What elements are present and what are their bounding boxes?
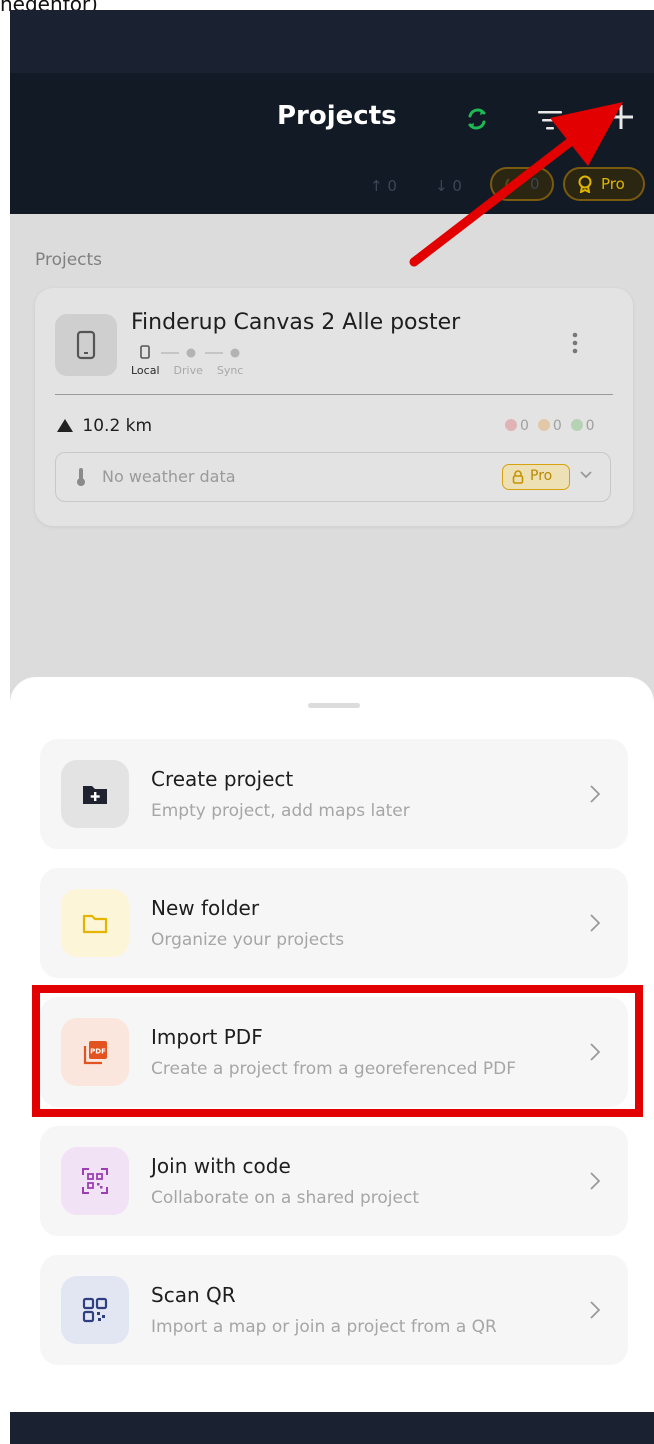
step-local: Local (131, 364, 160, 377)
filter-icon[interactable] (536, 108, 564, 132)
weather-pro-label: Pro (530, 468, 553, 484)
status-counters: 0 0 0 (505, 418, 595, 434)
upload-count: ↑ 0 (370, 177, 397, 195)
card-divider (55, 394, 613, 395)
mountain-icon (57, 419, 73, 432)
create-project-icon-box (61, 760, 129, 828)
sync-steps (140, 345, 240, 359)
join-code-icon-box (61, 1147, 129, 1215)
chevron-right-icon (590, 785, 600, 803)
chevron-down-icon[interactable] (580, 471, 592, 479)
weather-pro-badge[interactable]: Pro (502, 464, 570, 490)
live-icon (505, 178, 514, 192)
weather-text: No weather data (102, 467, 236, 486)
scan-qr-option[interactable]: Scan QR Import a map or join a project f… (40, 1255, 628, 1365)
weather-row[interactable]: No weather data Pro (55, 452, 611, 502)
new-folder-option[interactable]: New folder Organize your projects (40, 868, 628, 978)
folder-icon (82, 914, 108, 934)
kebab-icon[interactable] (572, 332, 578, 354)
join-with-code-option[interactable]: Join with code Collaborate on a shared p… (40, 1126, 628, 1236)
plus-icon[interactable] (606, 102, 636, 132)
counter-green: 0 (585, 418, 595, 434)
red-dot (505, 419, 517, 431)
distance: 10.2 km (57, 416, 152, 436)
live-badge[interactable]: 0 (490, 167, 554, 201)
section-label: Projects (35, 250, 103, 270)
counter-red: 0 (520, 418, 529, 434)
pro-label: Pro (601, 175, 625, 193)
phone-screen: Projects ↑ 0 ↓ 0 0 Pro Projects Finderup… (10, 10, 654, 1444)
counter-orange: 0 (552, 418, 562, 434)
join-code-title: Join with code (151, 1154, 291, 1178)
step-drive: Drive (173, 364, 203, 377)
new-folder-subtitle: Organize your projects (151, 930, 345, 950)
new-folder-title: New folder (151, 896, 260, 920)
scan-qr-subtitle: Import a map or join a project from a QR (151, 1317, 497, 1337)
pro-badge[interactable]: Pro (563, 167, 645, 201)
scan-qr-icon-box (61, 1276, 129, 1344)
create-project-option[interactable]: Create project Empty project, add maps l… (40, 739, 628, 849)
orange-dot (537, 419, 550, 431)
project-name: Finderup Canvas 2 Alle poster (131, 310, 461, 335)
sheet-handle[interactable] (308, 703, 360, 708)
chevron-right-icon (590, 914, 600, 932)
thermometer-icon (77, 468, 85, 486)
phone-icon (76, 330, 96, 360)
annotation-highlight-box (32, 985, 643, 1117)
page-title: Projects (277, 101, 397, 131)
navigation-bar (10, 1412, 654, 1444)
qr-icon (82, 1297, 108, 1323)
lock-icon (512, 470, 524, 484)
create-project-title: Create project (151, 767, 294, 791)
sync-step-labels: Local Drive Sync (131, 364, 243, 377)
chevron-right-icon (590, 1172, 600, 1190)
crown-icon (578, 175, 592, 193)
green-dot (570, 419, 583, 431)
folder-plus-icon (83, 786, 107, 804)
download-count: ↓ 0 (435, 177, 462, 195)
scan-qr-title: Scan QR (151, 1283, 236, 1307)
code-icon (82, 1168, 108, 1194)
new-folder-icon-box (61, 889, 129, 957)
create-project-subtitle: Empty project, add maps later (151, 801, 410, 821)
chevron-right-icon (590, 1301, 600, 1319)
app-bar: Projects ↑ 0 ↓ 0 0 Pro (10, 73, 654, 214)
project-card[interactable]: Finderup Canvas 2 Alle poster Local Driv… (35, 288, 633, 526)
distance-value: 10.2 km (82, 416, 153, 436)
step-sync: Sync (216, 364, 244, 377)
join-code-subtitle: Collaborate on a shared project (151, 1188, 419, 1208)
live-count: 0 (530, 175, 540, 193)
device-box (55, 314, 117, 376)
sync-icon[interactable] (462, 104, 492, 134)
status-bar (10, 10, 654, 73)
